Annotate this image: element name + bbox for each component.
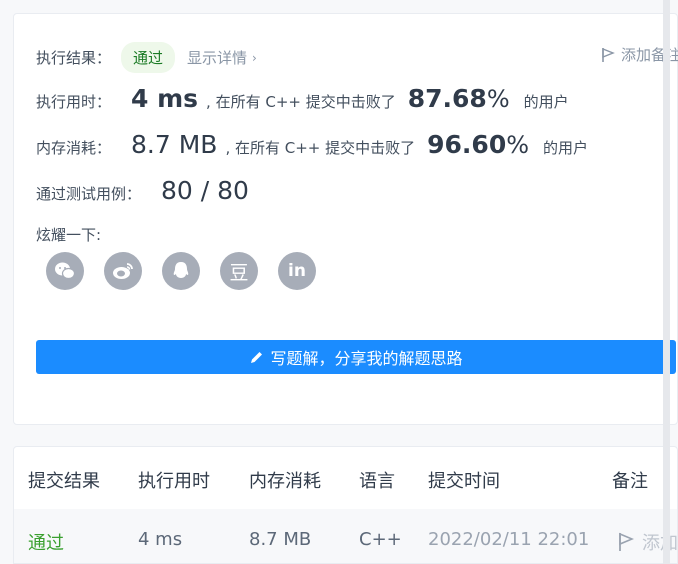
- memory-note: , 在所有 C++ 提交中击败了: [225, 139, 416, 157]
- row-result-link[interactable]: 通过: [28, 529, 64, 555]
- result-label: 执行结果：: [36, 49, 112, 67]
- result-row: 执行结果： 通过 显示详情 ›: [36, 42, 257, 73]
- runtime-label: 执行用时：: [36, 93, 112, 111]
- pencil-icon: [251, 351, 263, 363]
- douban-icon[interactable]: 豆: [220, 252, 258, 290]
- memory-label: 内存消耗：: [36, 139, 112, 157]
- header-result: 提交结果: [28, 471, 100, 492]
- write-solution-button[interactable]: 写题解，分享我的解题思路: [36, 340, 676, 374]
- share-row-label: 炫耀一下:: [36, 224, 101, 245]
- linkedin-icon[interactable]: in: [278, 252, 316, 290]
- memory-percent: 96.60: [427, 130, 507, 159]
- share-label: 炫耀一下:: [36, 226, 102, 244]
- runtime-note: , 在所有 C++ 提交中击败了: [206, 93, 396, 111]
- row-language: C++: [359, 529, 402, 550]
- status-badge: 通过: [121, 42, 176, 73]
- runtime-row: 执行用时： 4 ms , 在所有 C++ 提交中击败了 87.68% 的用户: [36, 84, 569, 113]
- memory-suffix: 的用户: [543, 139, 589, 157]
- runtime-value: 4 ms: [131, 84, 199, 113]
- share-buttons: 豆 in: [46, 252, 316, 290]
- header-note: 备注: [612, 471, 648, 492]
- runtime-suffix: 的用户: [523, 93, 569, 111]
- header-language: 语言: [359, 471, 395, 492]
- submission-table: 提交结果 执行用时 内存消耗 语言 提交时间 备注 通过 4 ms 8.7 MB…: [13, 446, 678, 564]
- runtime-percent: 87.68: [407, 84, 487, 113]
- weibo-icon[interactable]: [104, 252, 142, 290]
- memory-row: 内存消耗： 8.7 MB , 在所有 C++ 提交中击败了 96.60% 的用户: [36, 130, 588, 159]
- chevron-right-icon: ›: [252, 50, 257, 65]
- flag-icon: [602, 47, 615, 62]
- header-memory: 内存消耗: [249, 471, 321, 492]
- show-details-link[interactable]: 显示详情 ›: [187, 47, 257, 68]
- row-memory: 8.7 MB: [249, 529, 312, 550]
- memory-value: 8.7 MB: [131, 130, 218, 159]
- table-row[interactable]: 通过 4 ms 8.7 MB C++ 2022/02/11 22:01 添加备注: [14, 509, 678, 563]
- flag-icon: [619, 532, 634, 551]
- header-time: 提交时间: [428, 471, 500, 492]
- tests-label: 通过测试用例：: [36, 185, 142, 203]
- tests-value: 80 / 80: [161, 176, 249, 205]
- row-time: 2022/02/11 22:01: [428, 529, 590, 550]
- table-header: 提交结果 执行用时 内存消耗 语言 提交时间 备注: [14, 447, 677, 509]
- runtime-percent-sign: %: [486, 85, 510, 113]
- tests-row: 通过测试用例： 80 / 80: [36, 176, 249, 205]
- wechat-icon[interactable]: [46, 252, 84, 290]
- header-runtime: 执行用时: [138, 471, 210, 492]
- show-details-label: 显示详情: [187, 49, 248, 67]
- row-runtime: 4 ms: [138, 529, 183, 550]
- submission-result-card: 执行结果： 通过 显示详情 › 添加备注 执行用时： 4 ms , 在所有 C+…: [13, 13, 678, 425]
- write-solution-label: 写题解，分享我的解题思路: [270, 349, 463, 368]
- row-note-label: 添加备注: [642, 533, 678, 554]
- memory-percent-sign: %: [506, 131, 530, 159]
- vertical-scrollbar[interactable]: [663, 0, 670, 564]
- qq-icon[interactable]: [162, 252, 200, 290]
